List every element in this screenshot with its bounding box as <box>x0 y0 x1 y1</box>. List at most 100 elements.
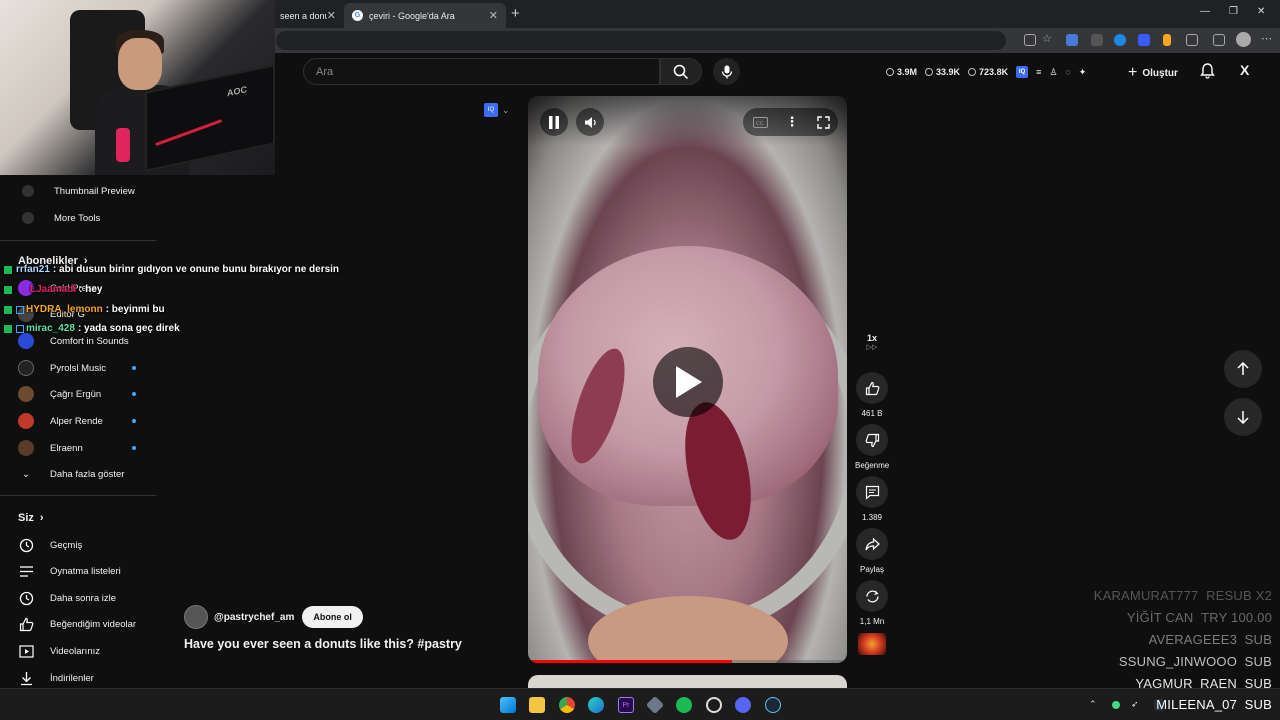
sidebar-item-downloads[interactable]: İndirilenler <box>18 668 94 688</box>
new-tab-icon[interactable]: + <box>511 5 520 22</box>
star-icon[interactable]: ☆ <box>1042 32 1054 45</box>
history-icon <box>18 537 34 553</box>
channel-info: @pastrychef_am Abone ol <box>184 605 363 629</box>
previous-video-button[interactable] <box>1224 350 1262 388</box>
steam-icon[interactable] <box>765 697 781 713</box>
comments-button[interactable]: 1.389 <box>855 476 889 522</box>
sidebar-item-playlists[interactable]: Oynatma listeleri <box>18 561 121 581</box>
vidiq-icon[interactable]: IQ <box>1016 66 1029 78</box>
file-explorer-icon[interactable] <box>529 697 545 713</box>
new-content-dot <box>132 419 136 423</box>
obs-icon[interactable] <box>706 697 722 713</box>
subscribe-button[interactable]: Abone ol <box>302 606 363 628</box>
sidebar-item-subscription[interactable]: Elraenn <box>18 438 136 458</box>
x-logo-icon[interactable]: X <box>1240 62 1249 78</box>
dislike-button[interactable]: Beğenme <box>855 424 889 470</box>
translate-ext-icon[interactable] <box>1066 34 1078 46</box>
stat-value: 33.9K <box>936 67 961 77</box>
chat-message: mirac_428: yada sona geç direk <box>4 323 180 334</box>
video-progress-bar[interactable] <box>528 660 847 663</box>
notifications-button[interactable] <box>1200 63 1215 84</box>
ext-icon[interactable] <box>1213 34 1225 46</box>
tray-status-icon[interactable] <box>1112 701 1120 709</box>
share-button[interactable]: Paylaş <box>855 528 889 574</box>
browser-tab-youtube[interactable]: seen a donuts ✕ <box>272 3 344 28</box>
eye-icon <box>925 68 934 76</box>
tray-app-icon[interactable]: ➶ <box>1131 699 1139 710</box>
minimize-icon[interactable]: — <box>1200 6 1210 17</box>
sidebar-item-history[interactable]: Geçmiş <box>18 535 82 555</box>
sidebar-item-label: Geçmiş <box>50 539 83 551</box>
volume-button[interactable] <box>576 108 604 136</box>
playback-speed-button[interactable]: 1x ▷▷ <box>855 333 889 351</box>
captions-button[interactable]: CC <box>746 108 774 136</box>
maximize-icon[interactable]: ❐ <box>1229 6 1238 17</box>
play-button[interactable] <box>653 347 723 417</box>
ext-icon[interactable] <box>1114 34 1126 46</box>
sidebar-item-subscription[interactable]: Pyrolsl Music <box>18 358 136 378</box>
app-icon[interactable] <box>645 695 665 715</box>
search-input[interactable]: Ara <box>303 58 660 85</box>
vidiq-toggle[interactable]: IQ ⌄ <box>484 103 510 117</box>
premiere-pro-icon[interactable]: Pr <box>618 697 634 713</box>
channel-avatar[interactable] <box>184 605 208 629</box>
sub-action: SUB <box>1244 632 1272 647</box>
create-button[interactable]: + Oluştur <box>1128 64 1178 82</box>
comment-icon <box>856 476 888 508</box>
chat-bubble-icon[interactable]: ◌ <box>1065 67 1070 77</box>
sidebar-item-watch-later[interactable]: Daha sonra izle <box>18 588 116 608</box>
browser-tab-google[interactable]: G çeviri - Google'da Ara ✕ <box>344 3 506 28</box>
voice-search-button[interactable] <box>713 58 740 85</box>
sidebar-item-subscription[interactable]: Alper Rende <box>18 411 136 431</box>
sidebar-item-your-videos[interactable]: Videolarınız <box>18 641 100 661</box>
edge-icon[interactable] <box>588 697 604 713</box>
sidebar-divider <box>0 495 156 496</box>
sub-name: MILEENA_07 <box>1156 697 1238 712</box>
ext-icon[interactable] <box>1163 34 1171 46</box>
pause-button[interactable] <box>540 108 568 136</box>
sidebar-item-thumbnail-preview[interactable]: Thumbnail Preview <box>18 181 135 201</box>
fullscreen-button[interactable] <box>809 108 837 136</box>
playlists-icon <box>18 563 34 579</box>
shorts-video-player[interactable]: CC ⋮ <box>528 96 847 663</box>
sidebar-item-liked-videos[interactable]: Beğendiğim videolar <box>18 614 136 634</box>
close-tab-icon[interactable]: ✕ <box>327 9 336 22</box>
apps-icon[interactable] <box>1024 34 1036 46</box>
speed-label: 1x <box>866 333 877 343</box>
search-icon <box>673 64 689 79</box>
close-tab-icon[interactable]: ✕ <box>489 9 498 22</box>
chat-badge-icon <box>16 305 24 314</box>
windows-start-icon[interactable] <box>500 697 516 713</box>
you-section-header[interactable]: Siz › <box>18 512 44 524</box>
shield-ext-icon[interactable] <box>1091 34 1103 46</box>
next-video-button[interactable] <box>1224 398 1262 436</box>
arrow-up-icon <box>1237 362 1249 375</box>
close-window-icon[interactable]: ✕ <box>1257 6 1265 17</box>
sidebar-item-subscription[interactable]: Comfort in Sounds <box>18 331 129 351</box>
video-title[interactable]: Have you ever seen a donuts like this? #… <box>184 637 462 651</box>
spotify-icon[interactable] <box>676 697 692 713</box>
discord-icon[interactable] <box>735 697 751 713</box>
remix-button[interactable]: 1,1 Mn <box>855 580 889 626</box>
section-title: Siz <box>18 512 34 524</box>
address-field[interactable] <box>276 31 1006 50</box>
channel-handle[interactable]: @pastrychef_am <box>214 612 294 623</box>
trophy-icon[interactable]: ♙ <box>1049 67 1057 78</box>
profile-avatar[interactable] <box>1236 32 1251 47</box>
puzzle-icon[interactable] <box>1186 34 1198 46</box>
menu-icon[interactable]: ≡ <box>1036 67 1041 77</box>
more-vertical-icon[interactable]: ⋮ <box>778 108 806 136</box>
ext-icon[interactable] <box>1138 34 1150 46</box>
clock-icon <box>18 590 34 606</box>
search-button[interactable] <box>660 58 702 85</box>
like-button[interactable]: 461 B <box>855 372 889 418</box>
sidebar-item-subscription[interactable]: Çağrı Ergün <box>18 384 136 404</box>
chevron-up-icon[interactable]: ⌃ <box>1089 699 1097 710</box>
sound-thumbnail[interactable] <box>858 633 886 655</box>
show-more-button[interactable]: ⌄ Daha fazla göster <box>18 464 124 484</box>
sidebar-item-label: İndirilenler <box>50 672 94 684</box>
sparkle-icon[interactable]: ✦ <box>1079 67 1087 78</box>
more-vertical-icon[interactable]: ⋯ <box>1261 32 1273 45</box>
chrome-icon[interactable] <box>559 697 575 713</box>
sidebar-item-more-tools[interactable]: More Tools <box>18 208 100 228</box>
